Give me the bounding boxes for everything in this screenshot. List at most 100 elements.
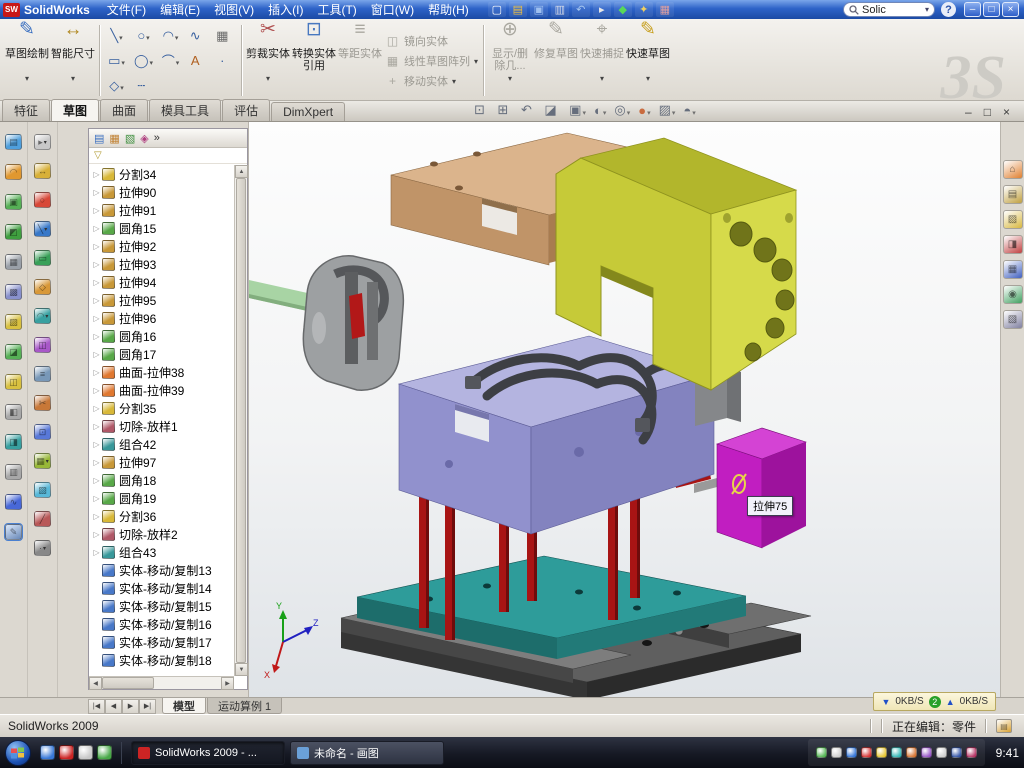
- sketch-button[interactable]: ✎ 草图绘制: [4, 22, 50, 99]
- filter-funnel-icon[interactable]: ▽: [94, 150, 102, 161]
- media-quicklaunch-icon[interactable]: [97, 745, 112, 760]
- sketch-pencil-icon[interactable]: ✎: [5, 524, 22, 540]
- tray-icon-7[interactable]: [906, 747, 917, 758]
- move-entities-button[interactable]: + 移动实体: [385, 73, 478, 89]
- scrollbar-thumb[interactable]: [236, 178, 246, 663]
- tree-item-extrude94[interactable]: ▷ 拉伸94: [89, 273, 234, 291]
- menu-item[interactable]: 编辑(E): [153, 0, 207, 19]
- show-desktop-icon[interactable]: [78, 745, 93, 760]
- tray-icon-5[interactable]: [876, 747, 887, 758]
- expand-arrow-icon[interactable]: ▷: [91, 548, 102, 557]
- expand-arrow-icon[interactable]: ▷: [91, 296, 102, 305]
- chevron-right-icon[interactable]: »: [154, 132, 160, 144]
- zoom-area-icon[interactable]: ⊞: [498, 102, 513, 118]
- custom-properties-icon[interactable]: ▧: [1003, 310, 1023, 329]
- tree-item-extrude93[interactable]: ▷ 拉伸93: [89, 255, 234, 273]
- motion-study-tab[interactable]: 运动算例 1: [207, 698, 282, 714]
- hole-wizard-icon[interactable]: ◫: [5, 374, 22, 390]
- select-icon[interactable]: ▸: [593, 2, 611, 17]
- tree-item-fillet16[interactable]: ▷ 圆角16: [89, 327, 234, 345]
- point-sketch-icon[interactable]: ·: [34, 540, 51, 556]
- model-viewport[interactable]: Y Z X 拉伸75: [248, 122, 1000, 697]
- pattern-sketch-icon[interactable]: ▦: [34, 453, 51, 469]
- offset-entities-button[interactable]: ≡ 等距实体: [337, 22, 383, 99]
- doc-minimize-button[interactable]: –: [965, 107, 972, 117]
- minimize-button[interactable]: –: [964, 2, 981, 17]
- tree-item-move-copy13[interactable]: 实体-移动/复制13: [89, 561, 234, 579]
- expand-arrow-icon[interactable]: ▷: [91, 260, 102, 269]
- options-icon[interactable]: ✦: [635, 2, 653, 17]
- extrude-cut-icon[interactable]: ▨: [5, 314, 22, 330]
- section-view-icon[interactable]: ◪: [544, 102, 561, 118]
- expand-arrow-icon[interactable]: ▷: [91, 242, 102, 251]
- revolve-cut-icon[interactable]: ◪: [5, 344, 22, 360]
- tab-evaluate[interactable]: 评估: [222, 99, 270, 121]
- help-icon[interactable]: ?: [941, 2, 956, 17]
- scrollbar-thumb[interactable]: [102, 677, 154, 689]
- side-block[interactable]: [717, 428, 806, 548]
- tree-item-fillet18[interactable]: ▷ 圆角18: [89, 471, 234, 489]
- edit-appearance-icon[interactable]: ●: [638, 103, 650, 118]
- revolve-boss-icon[interactable]: ◩: [5, 224, 22, 240]
- tree-item-move-copy17[interactable]: 实体-移动/复制17: [89, 633, 234, 651]
- tree-item-cut-loft2[interactable]: ▷ 切除-放样2: [89, 525, 234, 543]
- doc-restore-button[interactable]: □: [984, 107, 991, 117]
- expand-arrow-icon[interactable]: ▷: [91, 422, 102, 431]
- mirror-entities-button[interactable]: ◫ 镜向实体: [385, 33, 478, 49]
- mirror-sketch-icon[interactable]: ◫: [34, 337, 51, 353]
- design-library-icon[interactable]: ▤: [1003, 185, 1023, 204]
- circle-sketch-icon[interactable]: ○: [34, 192, 51, 208]
- quick-snaps-button[interactable]: ⌖ 快速捕捉: [579, 22, 625, 99]
- expand-arrow-icon[interactable]: ▷: [91, 494, 102, 503]
- browser-quicklaunch-icon[interactable]: [40, 745, 55, 760]
- ellipse-tool-icon[interactable]: ◯: [130, 48, 157, 73]
- tray-icon-8[interactable]: [921, 747, 932, 758]
- hide-show-items-icon[interactable]: ◎: [614, 102, 630, 118]
- tray-icon-9[interactable]: [936, 747, 947, 758]
- tray-icon-11[interactable]: [966, 747, 977, 758]
- print-icon[interactable]: ▥: [551, 2, 569, 17]
- view-orientation-icon[interactable]: ▣: [569, 102, 586, 118]
- tree-item-combine43[interactable]: ▷ 组合43: [89, 543, 234, 561]
- shell-feature-icon[interactable]: ◨: [5, 434, 22, 450]
- plane-reference-icon[interactable]: ▧: [34, 482, 51, 498]
- line-tool-icon[interactable]: ╲: [103, 23, 130, 48]
- polygon-tool-icon[interactable]: ◇: [103, 73, 130, 98]
- display-delete-relations-button[interactable]: ⊕ 显示/删除几...: [487, 22, 533, 99]
- circle-tool-icon[interactable]: ○: [130, 23, 157, 48]
- undo-icon[interactable]: ↶: [572, 2, 590, 17]
- tree-vertical-scrollbar[interactable]: ▲ ▼: [234, 165, 247, 676]
- rectangle-sketch-icon[interactable]: ▭: [34, 250, 51, 266]
- tree-item-extrude92[interactable]: ▷ 拉伸92: [89, 237, 234, 255]
- chevron-down-icon[interactable]: ▾: [925, 5, 929, 14]
- tree-item-extrude95[interactable]: ▷ 拉伸95: [89, 291, 234, 309]
- tray-icon-1[interactable]: [816, 747, 827, 758]
- arc-tool-icon[interactable]: ◠: [157, 23, 184, 48]
- tray-icon-4[interactable]: [861, 747, 872, 758]
- notification-badge[interactable]: 2: [929, 696, 941, 708]
- solidworks-quicklaunch-icon[interactable]: [59, 745, 74, 760]
- tree-item-fillet15[interactable]: ▷ 圆角15: [89, 219, 234, 237]
- open-icon[interactable]: ▤: [509, 2, 527, 17]
- rib-feature-icon[interactable]: ◧: [5, 404, 22, 420]
- tray-icon-2[interactable]: [831, 747, 842, 758]
- repair-sketch-button[interactable]: ✎ 修复草图: [533, 22, 579, 99]
- spline-curve-icon[interactable]: ∿: [5, 494, 22, 510]
- expand-arrow-icon[interactable]: ▷: [91, 440, 102, 449]
- spline-tool-icon[interactable]: ∿: [184, 23, 211, 48]
- expand-arrow-icon[interactable]: ▷: [91, 404, 102, 413]
- tree-horizontal-scrollbar[interactable]: ◀ ▶: [89, 676, 234, 689]
- tree-item-move-copy15[interactable]: 实体-移动/复制15: [89, 597, 234, 615]
- close-button[interactable]: ×: [1002, 2, 1019, 17]
- menu-item[interactable]: 工具(T): [310, 0, 363, 19]
- zoom-fit-icon[interactable]: ⊡: [474, 102, 489, 118]
- slot-tool-icon[interactable]: ⌒: [157, 48, 184, 73]
- tab-features[interactable]: 特征: [2, 99, 50, 121]
- menu-item[interactable]: 窗口(W): [364, 0, 421, 19]
- point-tool-icon[interactable]: ·: [211, 48, 238, 73]
- expand-arrow-icon[interactable]: ▷: [91, 386, 102, 395]
- apply-scene-icon[interactable]: ▨: [659, 102, 676, 118]
- task-solidworks[interactable]: SolidWorks 2009 - ...: [131, 741, 285, 765]
- doc-close-button[interactable]: ×: [1003, 107, 1010, 117]
- new-document-icon[interactable]: ▢: [488, 2, 506, 17]
